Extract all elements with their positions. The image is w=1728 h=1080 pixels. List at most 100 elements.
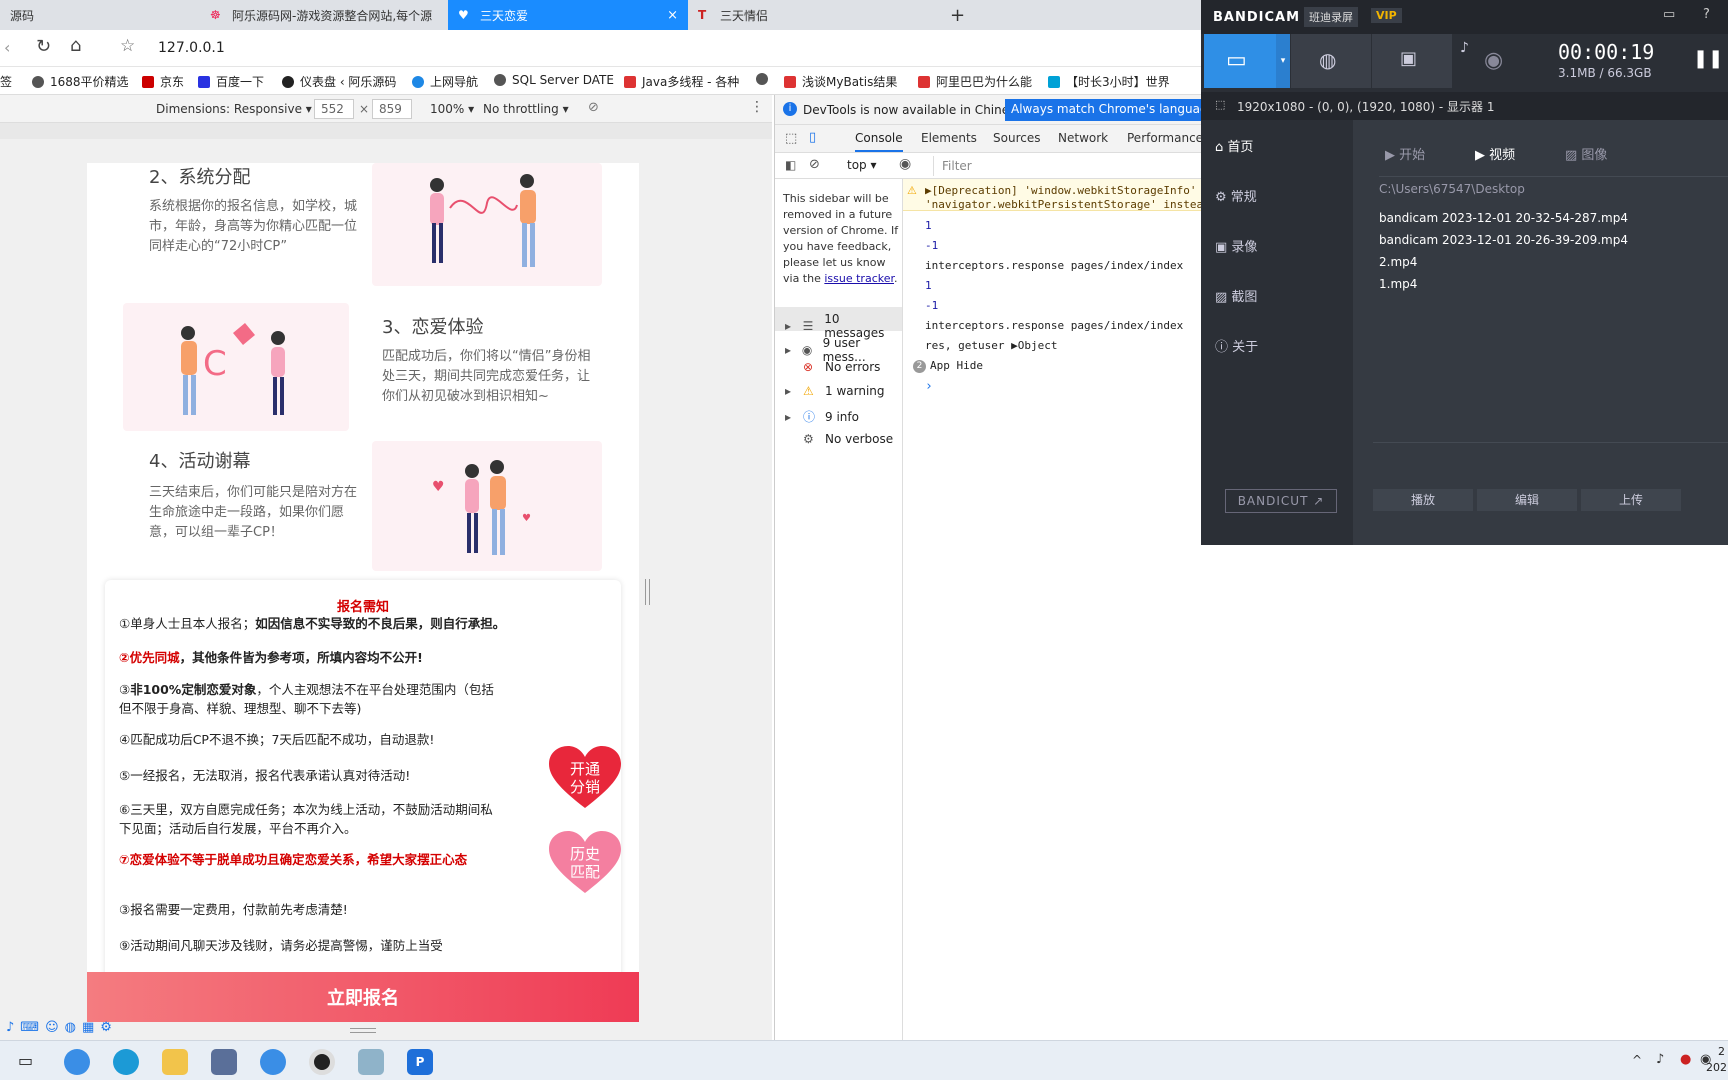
edit-button[interactable]: 编辑: [1477, 489, 1577, 511]
tab-start[interactable]: ▶ 开始: [1385, 144, 1425, 163]
browser-taskbar-icon[interactable]: [64, 1049, 90, 1075]
clear-console-icon[interactable]: ⊘: [809, 157, 820, 172]
bookmark-item[interactable]: Java多线程 - 各种: [624, 73, 739, 90]
bookmark-item[interactable]: 1688平价精选: [32, 73, 129, 90]
vip-badge[interactable]: VIP: [1371, 8, 1402, 23]
nav-home[interactable]: ⌂ 首页: [1215, 136, 1253, 155]
mode-dropdown-icon[interactable]: ▾: [1276, 34, 1290, 88]
rotate-icon[interactable]: ⊘: [588, 100, 599, 115]
sidebar-item-errors[interactable]: ⊗ No errors: [803, 360, 880, 374]
tab-network[interactable]: Network: [1058, 131, 1108, 145]
sidebar-toggle-icon[interactable]: ◧: [785, 158, 796, 172]
grid-icon[interactable]: ▦: [82, 1020, 94, 1035]
device-mode-button[interactable]: ▣: [1372, 34, 1452, 88]
file-item[interactable]: 2.mp4: [1379, 255, 1417, 269]
bookmark-item[interactable]: [756, 73, 774, 85]
bookmark-item[interactable]: 仪表盘 ‹ 阿乐源码: [282, 73, 396, 90]
back-icon[interactable]: ‹: [4, 38, 10, 57]
resize-handle-right[interactable]: [645, 579, 650, 605]
home-icon[interactable]: ⌂: [70, 35, 81, 56]
nav-general[interactable]: ⚙ 常规: [1215, 186, 1257, 205]
sidebar-item-warnings[interactable]: ▸ ⚠ 1 warning: [785, 384, 885, 398]
sidebar-item-verbose[interactable]: ⚙ No verbose: [803, 432, 893, 446]
console-prompt[interactable]: ›: [925, 379, 1205, 394]
tab-three-day-love[interactable]: ♥ 三天恋爱 ×: [448, 0, 688, 30]
qq-tray-icon[interactable]: ●: [1680, 1052, 1691, 1067]
file-item[interactable]: bandicam 2023-12-01 20-32-54-287.mp4: [1379, 211, 1628, 225]
tab-console[interactable]: Console: [855, 131, 903, 152]
star-icon[interactable]: ☆: [120, 36, 135, 56]
issue-tracker-link[interactable]: issue tracker: [824, 272, 894, 285]
notepad-taskbar-icon[interactable]: [358, 1049, 384, 1075]
device-toggle-icon[interactable]: ▯: [809, 130, 816, 145]
address-bar[interactable]: 127.0.0.1: [158, 40, 225, 56]
app-taskbar-icon[interactable]: [211, 1049, 237, 1075]
tab-performance[interactable]: Performance: [1127, 131, 1203, 145]
distribution-heart-button[interactable]: 开通 分销: [549, 746, 621, 810]
play-button[interactable]: 播放: [1373, 489, 1473, 511]
close-tab-icon[interactable]: ×: [667, 8, 678, 23]
new-tab-button[interactable]: +: [940, 0, 970, 30]
reload-icon[interactable]: ↻: [36, 36, 51, 57]
dimensions-dropdown[interactable]: Dimensions: Responsive ▾: [156, 102, 312, 116]
more-options-icon[interactable]: ⋮: [750, 99, 764, 115]
width-input[interactable]: 552: [314, 99, 354, 119]
tab-sources[interactable]: Sources: [993, 131, 1040, 145]
upload-button[interactable]: 上传: [1581, 489, 1681, 511]
zoom-dropdown[interactable]: 100% ▾: [430, 102, 474, 116]
file-item[interactable]: bandicam 2023-12-01 20-26-39-209.mp4: [1379, 233, 1628, 247]
tab-source[interactable]: 源码: [0, 0, 200, 30]
resize-handle-bottom[interactable]: [350, 1028, 376, 1033]
tray-mic-icon[interactable]: ♪: [1656, 1052, 1664, 1067]
bookmark-item[interactable]: 【时长3小时】世界: [1048, 73, 1170, 90]
settings-icon[interactable]: ⚙: [100, 1020, 112, 1035]
mic-icon[interactable]: ♪: [6, 1020, 14, 1035]
mic-icon[interactable]: ♪: [1460, 40, 1469, 56]
help-icon[interactable]: ?: [1703, 7, 1710, 22]
bookmark-item[interactable]: 阿里巴巴为什么能: [918, 73, 1032, 90]
tray-chevron-icon[interactable]: ^: [1632, 1053, 1642, 1067]
keyboard-icon[interactable]: ⌨: [20, 1020, 39, 1035]
file-item[interactable]: 1.mp4: [1379, 277, 1417, 291]
context-dropdown[interactable]: top ▾: [847, 158, 877, 172]
tab-three-day-couple[interactable]: T 三天情侣: [688, 0, 928, 30]
bookmark-item[interactable]: 浅谈MyBatis结果: [784, 73, 897, 90]
bookmark-item[interactable]: 上网导航: [412, 73, 478, 90]
nav-video[interactable]: ▣ 录像: [1215, 236, 1257, 255]
eye-icon[interactable]: ◉: [899, 156, 911, 172]
sidebar-item-info[interactable]: ▸ ⓘ 9 info: [785, 408, 859, 425]
screen-mode-button[interactable]: ▭: [1204, 34, 1276, 88]
history-match-heart-button[interactable]: 历史 匹配: [549, 831, 621, 895]
p-app-taskbar-icon[interactable]: P: [407, 1049, 433, 1075]
nav-screenshot[interactable]: ▨ 截图: [1215, 286, 1257, 305]
console-line[interactable]: res, getuser ▶Object: [925, 339, 1205, 352]
height-input[interactable]: 859: [372, 99, 412, 119]
bandicut-button[interactable]: BANDICUT ↗: [1225, 489, 1337, 513]
filter-input[interactable]: Filter: [933, 156, 1205, 176]
bandicam-taskbar-icon[interactable]: [309, 1049, 335, 1075]
emoji-icon[interactable]: ☺: [45, 1020, 59, 1035]
tab-video[interactable]: ▶ 视频: [1475, 144, 1515, 163]
bookmark-item[interactable]: 京东: [142, 73, 184, 90]
folder-icon[interactable]: ▭: [1663, 7, 1675, 22]
tab-ale-source[interactable]: ☸ 阿乐源码网-游戏资源整合网站,每个源: [200, 0, 448, 30]
match-language-button[interactable]: Always match Chrome's language: [1005, 99, 1221, 121]
task-view-icon[interactable]: ▭: [18, 1051, 33, 1070]
browser2-taskbar-icon[interactable]: [260, 1049, 286, 1075]
inspect-icon[interactable]: ⬚: [785, 131, 797, 146]
tab-image[interactable]: ▨ 图像: [1565, 144, 1607, 163]
clock-line-1[interactable]: 2: [1718, 1045, 1725, 1058]
webcam-icon[interactable]: ◉: [1484, 48, 1503, 73]
bookmark-item[interactable]: 百度一下: [198, 73, 264, 90]
signup-button[interactable]: 立即报名: [87, 972, 639, 1022]
tab-elements[interactable]: Elements: [921, 131, 977, 145]
edge-taskbar-icon[interactable]: [113, 1049, 139, 1075]
explorer-taskbar-icon[interactable]: [162, 1049, 188, 1075]
pause-icon[interactable]: ❚❚: [1693, 48, 1723, 69]
throttling-dropdown[interactable]: No throttling ▾: [483, 102, 569, 116]
game-mode-button[interactable]: ◍: [1291, 34, 1371, 88]
gamepad-icon[interactable]: ◍: [65, 1020, 76, 1035]
clock-line-2[interactable]: 202: [1706, 1061, 1727, 1074]
nav-about[interactable]: ⓘ 关于: [1215, 336, 1258, 355]
bookmark-item[interactable]: SQL Server DATE: [494, 73, 614, 87]
